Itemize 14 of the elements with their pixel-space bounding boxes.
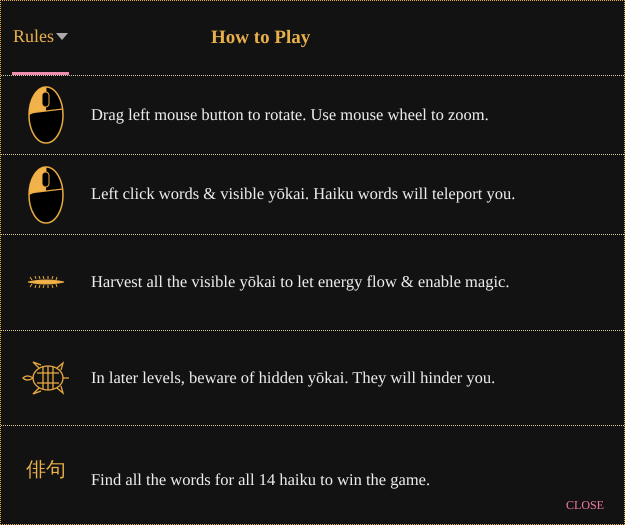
instruction-text: Find all the words for all 14 haiku to win the game.	[91, 468, 430, 491]
instruction-text: Harvest all the visible yōkai to let energy flow & enable magic.	[91, 271, 510, 294]
instruction-text: Left click words & visible yōkai. Haiku words will teleport you.	[91, 183, 516, 206]
centipede-icon	[26, 276, 66, 288]
mouse-icon	[28, 166, 64, 224]
instruction-text: Drag left mouse button to rotate. Use mouse wheel to zoom.	[91, 104, 489, 126]
turtle-icon	[21, 359, 71, 398]
dialog-title: How to Play	[211, 26, 310, 50]
rules-tab[interactable]: Rules	[12, 1, 70, 75]
mouse-icon	[28, 86, 64, 144]
close-button[interactable]: CLOSE	[566, 496, 604, 514]
haiku-glyph: 俳句	[26, 458, 66, 484]
caret-icon	[56, 32, 68, 40]
instruction-text: In later levels, beware of hidden yōkai. They will hinder you.	[91, 366, 496, 389]
